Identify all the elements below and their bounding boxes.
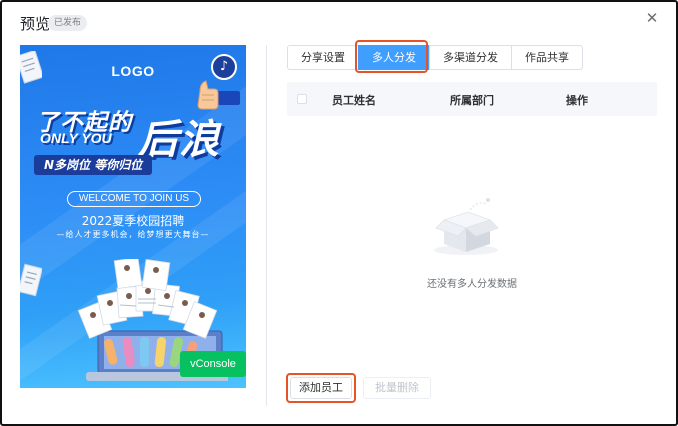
empty-box-icon xyxy=(434,198,499,255)
poster-recruit-subtitle: —给人才更多机会，给梦想更大舞台— xyxy=(56,230,210,239)
thumbs-up-icon xyxy=(197,80,240,110)
status-badge: 已发布 xyxy=(48,15,88,31)
close-icon[interactable]: ✕ xyxy=(644,9,660,27)
poster-slogan-tag: N多岗位 等你归位 xyxy=(34,155,153,175)
empty-state-text: 还没有多人分发数据 xyxy=(427,279,517,290)
dialog-title: 预览 xyxy=(20,15,51,33)
tab-share-settings[interactable]: 分享设置 xyxy=(287,45,359,70)
poster-slogan-line2: ONLY YOU xyxy=(40,130,112,146)
add-employee-button[interactable]: 添加员工 xyxy=(290,377,352,399)
vconsole-button[interactable]: vConsole xyxy=(180,351,246,377)
column-header-name: 员工姓名 xyxy=(332,94,376,107)
column-header-department: 所属部门 xyxy=(450,94,494,107)
select-all-checkbox[interactable] xyxy=(297,94,307,104)
poster-recruit-title: 2022夏季校园招聘 xyxy=(81,214,185,228)
panel-divider xyxy=(266,45,267,406)
poster-preview: LOGO ♪ 了不起的 ONLY YOU 后浪 N多岗位 等你归位 WELCOM… xyxy=(20,45,246,388)
document-decoration-icon xyxy=(20,263,42,297)
column-header-actions: 操作 xyxy=(566,94,588,107)
share-tabs: 分享设置 多人分发 多渠道分发 作品共享 xyxy=(287,45,583,70)
table-header: 员工姓名 所属部门 操作 xyxy=(287,82,657,116)
tab-work-sharing[interactable]: 作品共享 xyxy=(511,45,583,70)
batch-delete-button[interactable]: 批量删除 xyxy=(363,377,431,399)
tab-multi-distribution[interactable]: 多人分发 xyxy=(358,45,430,70)
poster-welcome: WELCOME TO JOIN US xyxy=(67,191,201,207)
tab-multi-channel[interactable]: 多渠道分发 xyxy=(429,45,512,70)
